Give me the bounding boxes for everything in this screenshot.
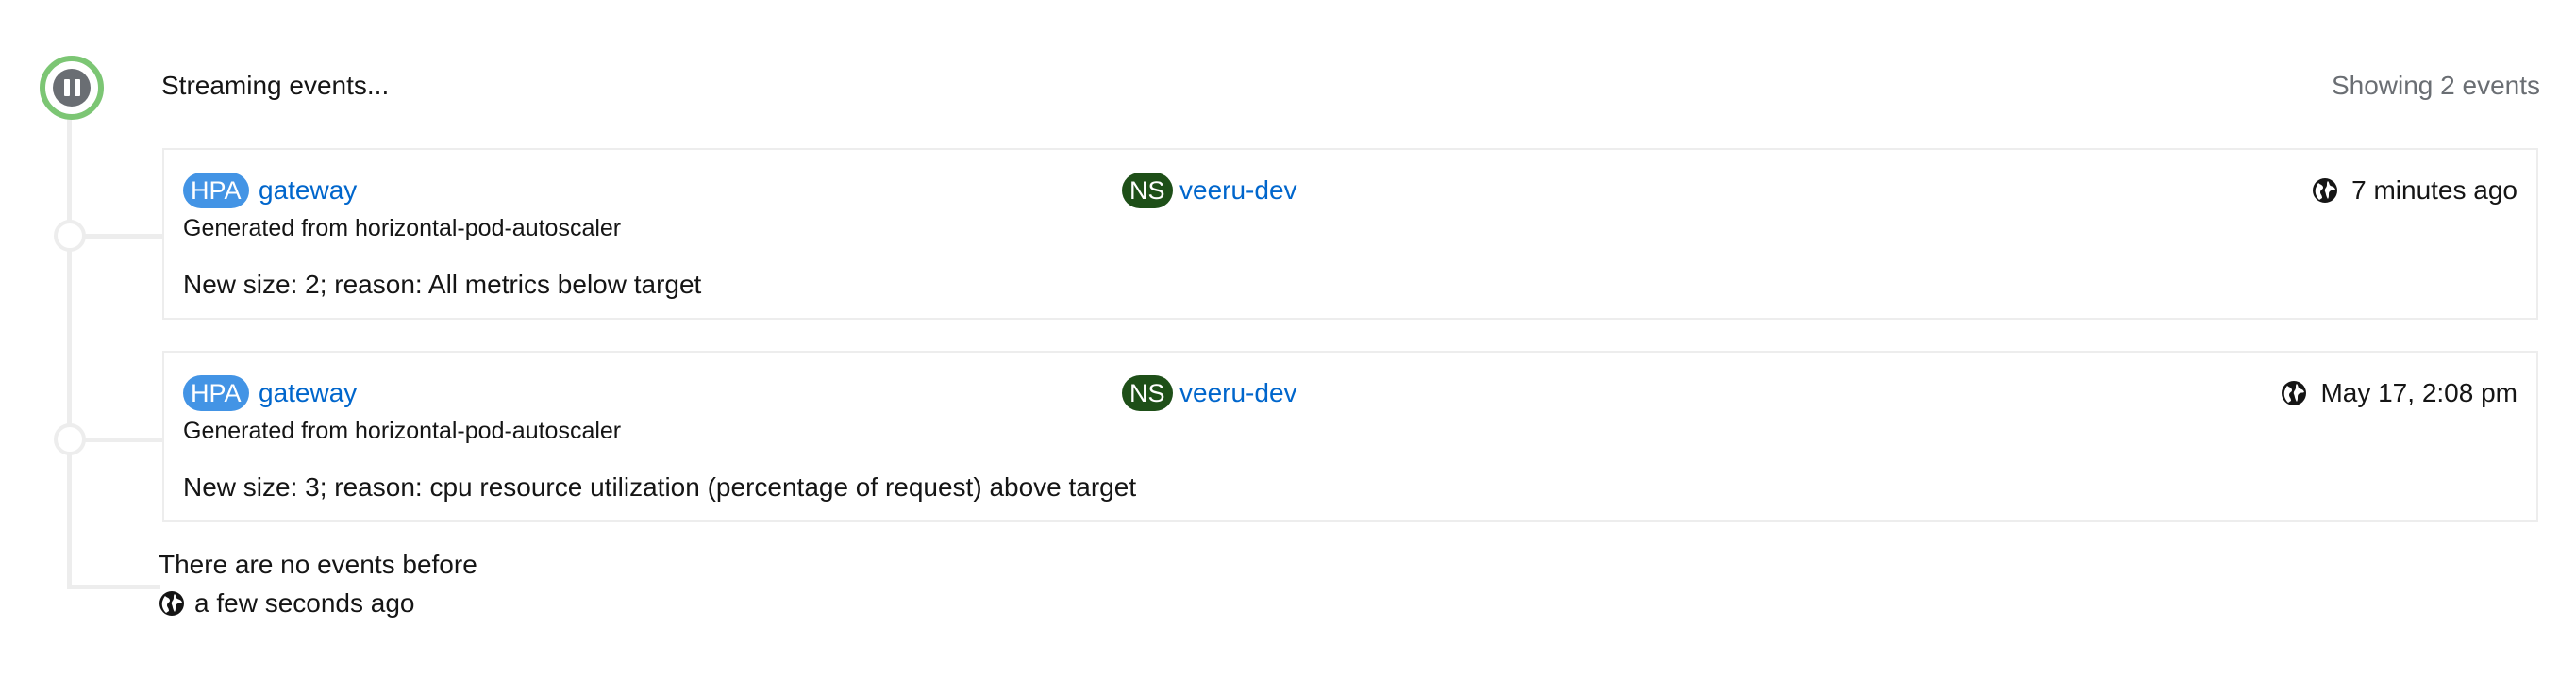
globe-icon xyxy=(2313,178,2338,203)
event-source: Generated from horizontal-pod-autoscaler xyxy=(183,418,622,444)
globe-icon xyxy=(2282,381,2307,405)
event-message: New size: 2; reason: All metrics below t… xyxy=(183,270,702,299)
resource-kind-badge: HPA xyxy=(183,375,249,411)
globe-icon xyxy=(159,591,184,616)
event-time-text: May 17, 2:08 pm xyxy=(2320,378,2517,407)
event-card: HPA gateway NS veeru-dev May 17, 2:08 pm… xyxy=(162,351,2538,522)
namespace-kind-badge: NS xyxy=(1122,173,1173,208)
event-time-text: 7 minutes ago xyxy=(2351,175,2517,205)
timeline-end-line xyxy=(67,585,160,589)
resource-link[interactable]: gateway xyxy=(259,375,357,411)
no-earlier-events-text: There are no events before xyxy=(159,550,477,579)
event-source: Generated from horizontal-pod-autoscaler xyxy=(183,215,622,241)
timeline-connector xyxy=(82,438,162,442)
event-card: HPA gateway NS veeru-dev 7 minutes ago G… xyxy=(162,148,2538,320)
pause-icon-bar xyxy=(63,79,70,96)
event-timestamp: 7 minutes ago xyxy=(2312,173,2517,208)
no-events-time-text: a few seconds ago xyxy=(194,588,415,618)
no-events-timestamp: a few seconds ago xyxy=(159,588,415,619)
namespace-kind-badge: NS xyxy=(1122,375,1173,411)
streaming-status: Streaming events... xyxy=(161,71,390,100)
resource-link[interactable]: gateway xyxy=(259,173,357,208)
event-timestamp: May 17, 2:08 pm xyxy=(2281,375,2517,411)
events-count: Showing 2 events xyxy=(2331,71,2540,100)
timeline-line xyxy=(67,116,72,589)
namespace-link[interactable]: veeru-dev xyxy=(1179,173,1297,208)
timeline-node xyxy=(54,423,86,455)
event-message: New size: 3; reason: cpu resource utiliz… xyxy=(183,472,1137,502)
timeline-node xyxy=(54,220,86,252)
timeline-connector xyxy=(82,234,162,239)
pause-icon-bar xyxy=(74,79,80,96)
namespace-link[interactable]: veeru-dev xyxy=(1179,375,1297,411)
resource-kind-badge: HPA xyxy=(183,173,249,208)
pause-streaming-button[interactable] xyxy=(40,56,104,120)
pause-icon xyxy=(53,69,91,107)
